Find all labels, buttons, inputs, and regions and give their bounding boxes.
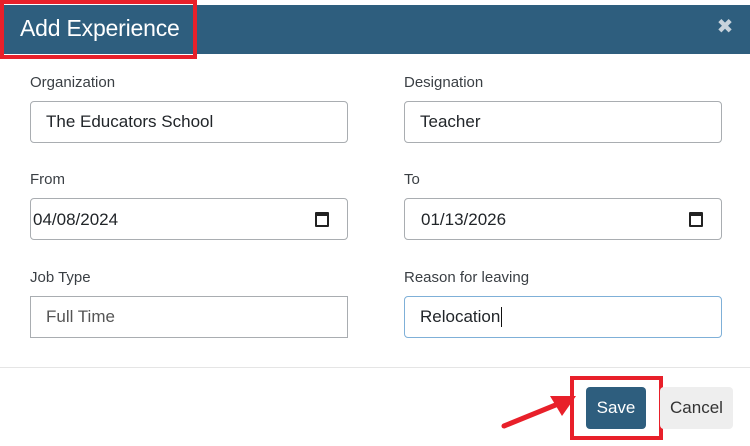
- organization-value: The Educators School: [46, 112, 214, 131]
- to-date-value: 01/13/2026: [421, 210, 507, 229]
- from-date-field[interactable]: 04/08/2024: [30, 198, 348, 240]
- from-date-value: 04/08/2024: [33, 210, 119, 229]
- calendar-icon[interactable]: [315, 212, 329, 227]
- title-highlight-box: [0, 0, 197, 59]
- job-type-label: Job Type: [30, 269, 91, 286]
- cancel-button[interactable]: Cancel: [660, 387, 733, 429]
- add-experience-modal: Add Experience ✖ Organization The Educat…: [0, 0, 750, 446]
- calendar-icon[interactable]: [689, 212, 703, 227]
- job-type-placeholder: Full Time: [46, 307, 115, 326]
- reason-label: Reason for leaving: [404, 269, 530, 286]
- footer-divider: [0, 367, 750, 368]
- reason-value: Relocation: [420, 307, 501, 326]
- close-icon[interactable]: ✖: [715, 16, 735, 38]
- from-label: From: [30, 171, 65, 188]
- designation-label: Designation: [404, 74, 484, 91]
- organization-label: Organization: [30, 74, 116, 91]
- organization-field[interactable]: The Educators School: [30, 101, 348, 143]
- to-date-field[interactable]: 01/13/2026: [404, 198, 722, 240]
- job-type-field[interactable]: Full Time: [30, 296, 348, 338]
- to-label: To: [404, 171, 420, 188]
- save-highlight-box: [570, 376, 663, 440]
- text-cursor: [501, 307, 503, 327]
- red-arrow-icon: [501, 396, 576, 429]
- designation-value: Teacher: [420, 112, 481, 131]
- designation-field[interactable]: Teacher: [404, 101, 722, 143]
- reason-for-leaving-field[interactable]: Relocation: [404, 296, 722, 338]
